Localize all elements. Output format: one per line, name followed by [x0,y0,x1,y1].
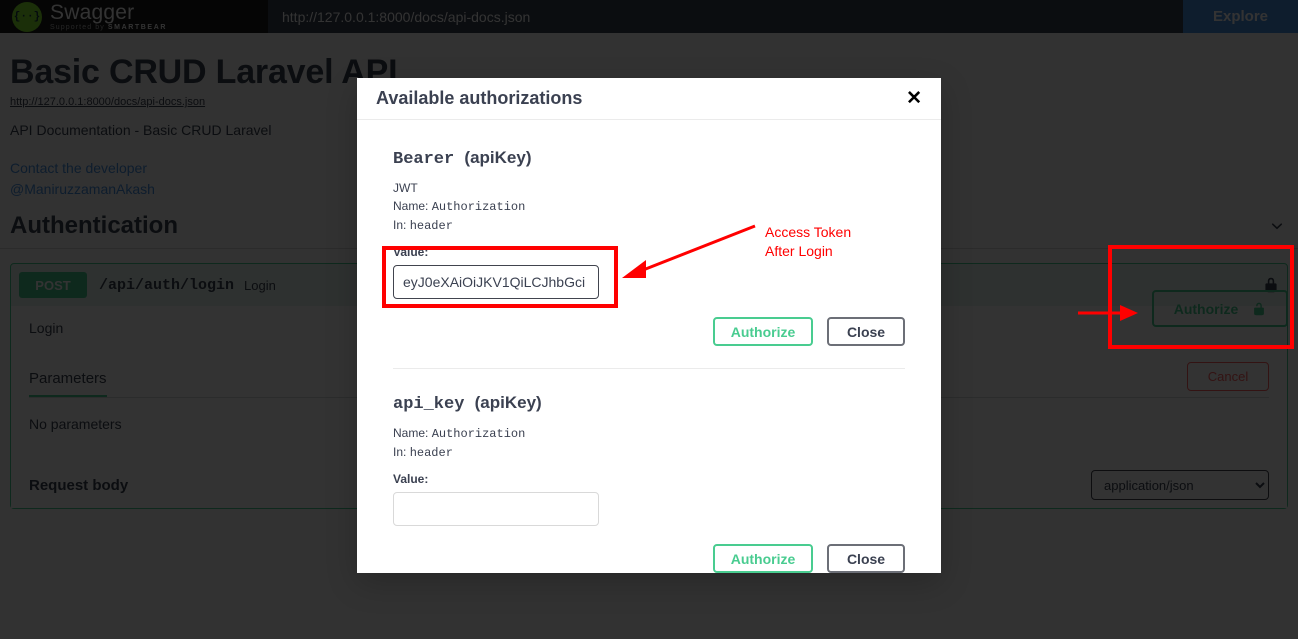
scheme-name: Bearer [393,150,455,169]
scheme-kind: (apiKey) [464,148,532,167]
api-key-input[interactable] [393,492,599,526]
scheme-in-value: header [409,446,453,460]
scheme-description: JWT [393,181,418,195]
close-icon[interactable]: ✕ [906,89,922,108]
api-key-authorize-button[interactable]: Authorize [713,544,813,573]
scheme-name-label: Name: [393,426,429,440]
screenshot-root: {··} Swagger Supported by SMARTBEAR Expl… [0,0,1298,639]
scheme-name-label: Name: [393,199,429,213]
scheme-name: api_key [393,395,465,414]
available-authorizations-modal: Available authorizations ✕ Bearer (apiKe… [357,78,941,573]
bearer-token-input[interactable] [393,265,599,299]
scheme-name-value: Authorization [431,200,526,214]
scheme-name-line: Name: Authorization [393,426,905,441]
modal-header: Available authorizations ✕ [357,78,941,120]
scheme-title-bearer: Bearer (apiKey) [393,148,905,169]
auth-scheme-api-key: api_key (apiKey) Name: Authorization In:… [393,393,905,573]
scheme-name-value: Authorization [431,427,526,441]
value-label-api-key: Value: [393,472,429,486]
value-label-bearer: Value: [393,245,429,259]
auth-scheme-bearer: Bearer (apiKey) JWT Name: Authorization … [393,148,905,346]
api-key-close-button[interactable]: Close [827,544,905,573]
scheme-in-line: In: header [393,445,905,460]
scheme-name-line: Name: Authorization [393,199,905,214]
modal-title: Available authorizations [376,88,583,108]
scheme-in-label: In: [393,218,407,232]
scheme-in-label: In: [393,445,407,459]
scheme-kind: (apiKey) [474,393,542,412]
bearer-authorize-button[interactable]: Authorize [713,317,813,346]
scheme-title-api-key: api_key (apiKey) [393,393,905,414]
scheme-in-value: header [409,219,453,233]
api-key-button-row: Authorize Close [393,544,905,573]
scheme-in-line: In: header [393,218,905,233]
scheme-divider [393,368,905,369]
bearer-close-button[interactable]: Close [827,317,905,346]
bearer-button-row: Authorize Close [393,317,905,346]
modal-body: Bearer (apiKey) JWT Name: Authorization … [357,120,941,573]
